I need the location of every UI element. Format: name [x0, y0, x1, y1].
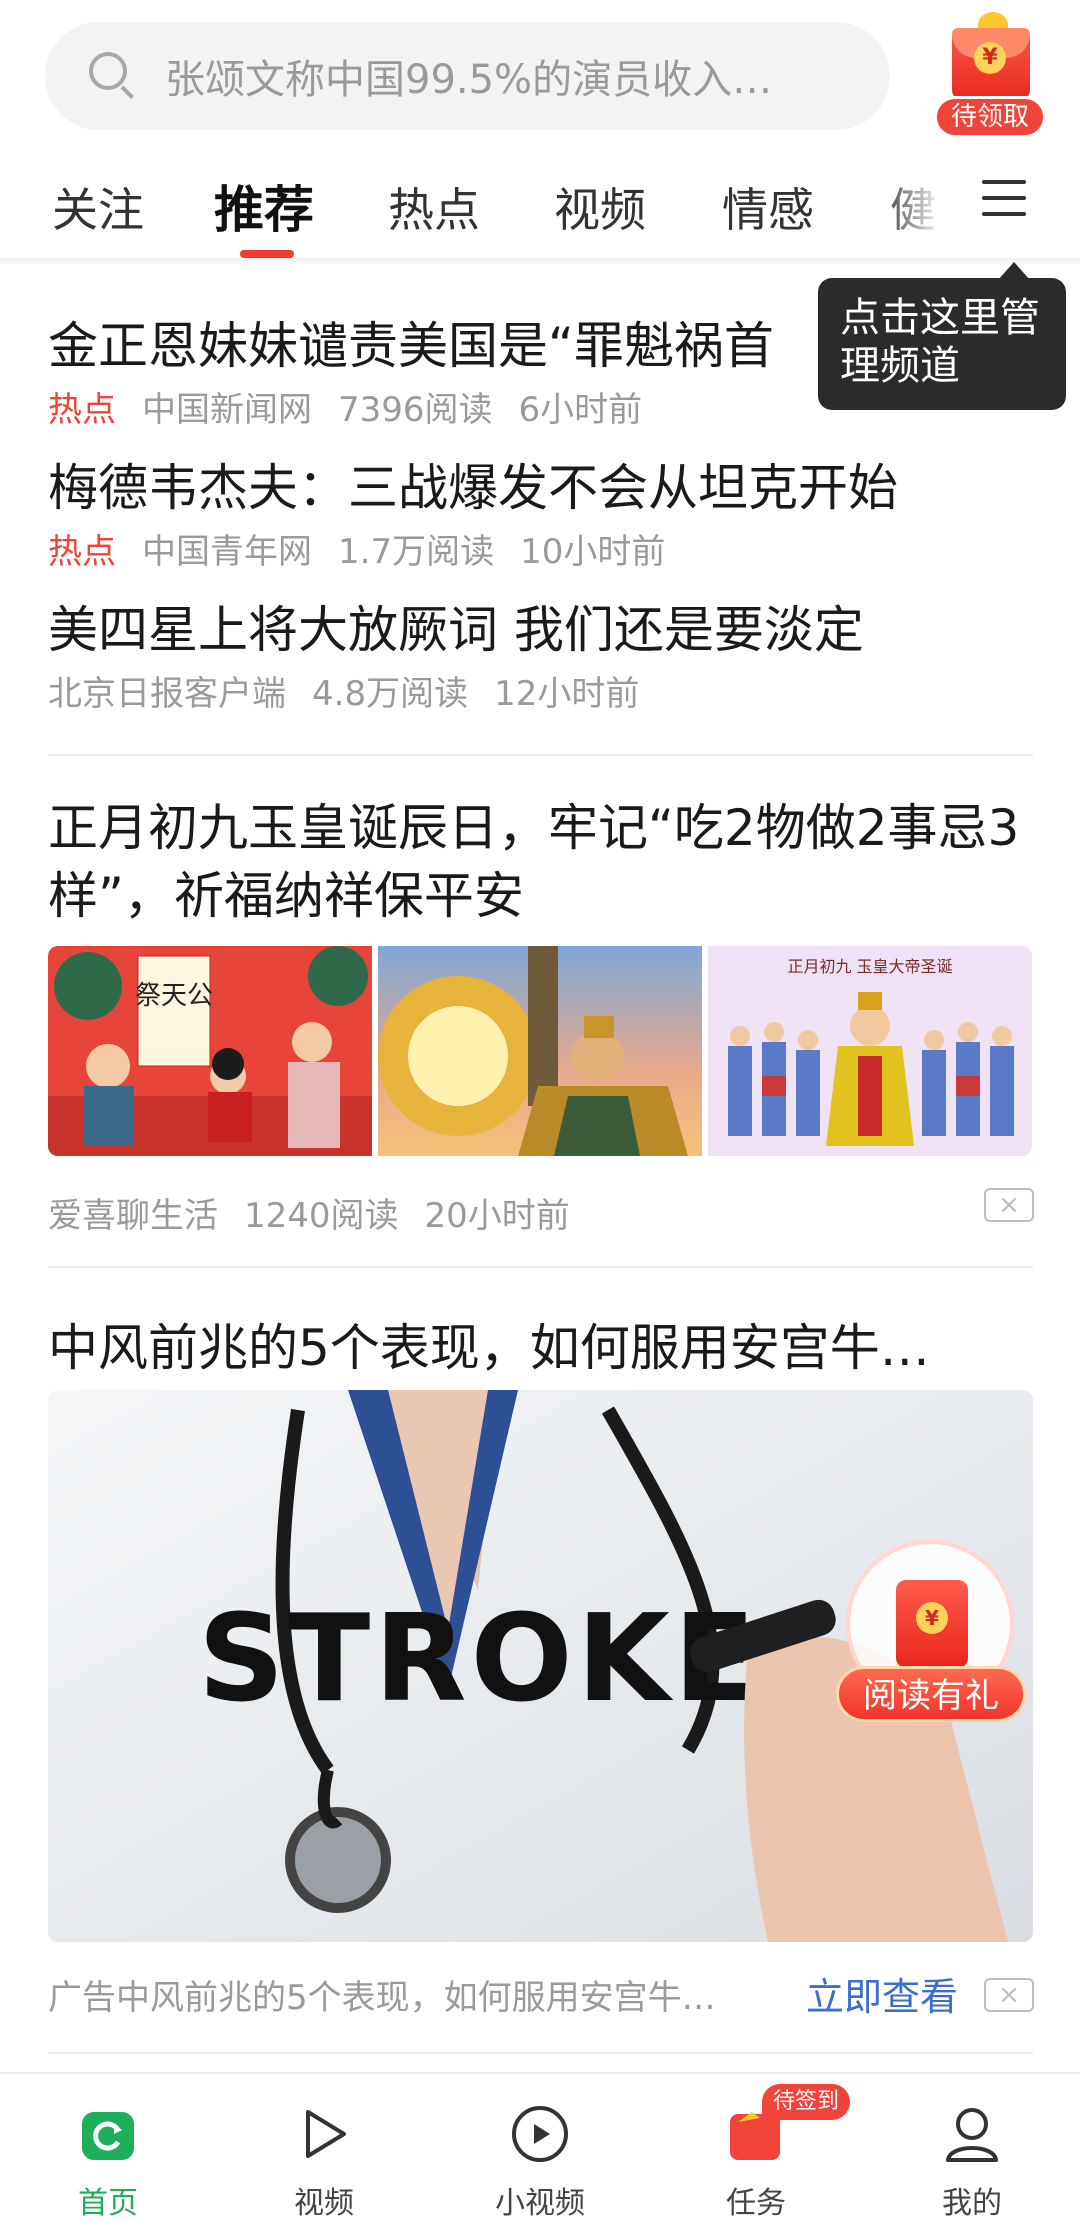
bottom-navigation: 首页 视频 小视频 任务 待签到 我的	[0, 2072, 1080, 2236]
ad-meta: 广告中风前兆的5个表现，如何服用安宫牛…	[48, 1970, 716, 2019]
reward-badge: 待领取	[934, 96, 1046, 138]
news-meta: 热点 中国新闻网 7396阅读 6小时前	[48, 382, 642, 431]
play-icon	[306, 2110, 346, 2158]
yen-icon: ¥	[916, 1602, 948, 1634]
nav-profile-label: 我的	[942, 2186, 1002, 2221]
feed-divider	[48, 1266, 1033, 1268]
article-title[interactable]: 正月初九玉皇诞辰日，牢记“吃2物做2事忌3样”，祈福纳祥保平安	[48, 794, 1038, 930]
svg-text:STROKE: STROKE	[198, 1590, 760, 1729]
news-title[interactable]: 美四星上将大放厥词 我们还是要淡定	[48, 590, 864, 662]
news-meta: 北京日报客户端 4.8万阅读 12小时前	[48, 666, 639, 715]
tab-video[interactable]: 视频	[554, 174, 646, 240]
dismiss-article-button[interactable]: ×	[984, 1188, 1034, 1222]
news-time: 6小时前	[518, 390, 643, 430]
channel-menu-icon[interactable]	[982, 176, 1026, 220]
nav-tasks-label: 任务	[726, 2186, 786, 2221]
feed-divider	[48, 754, 1033, 756]
tab-emotion[interactable]: 情感	[722, 174, 814, 240]
nav-profile[interactable]: 我的	[864, 2074, 1080, 2236]
home-refresh-icon	[82, 2112, 134, 2160]
yen-icon: ¥	[974, 42, 1006, 74]
nav-home[interactable]: 首页	[0, 2074, 216, 2236]
hot-tag: 热点	[48, 390, 116, 430]
dismiss-ad-button[interactable]: ×	[984, 1978, 1034, 2012]
manage-channels-tooltip[interactable]: 点击这里管理频道	[818, 278, 1066, 410]
article-reads: 1240阅读	[244, 1196, 399, 1236]
news-reads: 1.7万阅读	[338, 532, 495, 572]
news-time: 12小时前	[494, 674, 640, 714]
svg-text:祭天公: 祭天公	[135, 981, 213, 1011]
news-reads: 7396阅读	[338, 390, 493, 430]
user-icon	[946, 2108, 998, 2162]
tab-follow[interactable]: 关注	[52, 174, 144, 240]
feed-divider	[48, 2052, 1033, 2054]
reward-envelope-button[interactable]: ¥ 待领取	[928, 8, 1048, 138]
news-source: 中国青年网	[142, 532, 312, 572]
tab-hot[interactable]: 热点	[388, 174, 480, 240]
ad-title[interactable]: 中风前兆的5个表现，如何服用安宫牛…	[48, 1308, 930, 1380]
nav-small-video-label: 小视频	[495, 2186, 585, 2221]
search-bar[interactable]: 张颂文称中国99.5%的演员收入…	[45, 22, 890, 130]
article-meta: 爱喜聊生活 1240阅读 20小时前	[48, 1188, 570, 1237]
article-thumbnail-painting[interactable]: 正月初九 玉皇大帝圣诞	[708, 946, 1032, 1156]
active-tab-indicator	[240, 250, 294, 258]
news-meta: 热点 中国青年网 1.7万阅读 10小时前	[48, 524, 665, 573]
nav-home-label: 首页	[78, 2186, 138, 2221]
channel-tabs: 关注 推荐 热点 视频 情感 健	[0, 160, 1080, 260]
ad-description: 中风前兆的5个表现，如何服用安宫牛…	[116, 1978, 716, 2018]
sign-in-badge: 待签到	[762, 2084, 850, 2120]
news-time: 10小时前	[520, 532, 666, 572]
nav-video-label: 视频	[294, 2186, 354, 2221]
article-source: 爱喜聊生活	[48, 1196, 218, 1236]
article-time: 20小时前	[424, 1196, 570, 1236]
ad-view-now-link[interactable]: 立即查看	[806, 1966, 958, 2021]
svg-text:正月初九 玉皇大帝圣诞: 正月初九 玉皇大帝圣诞	[787, 957, 952, 976]
header-divider	[0, 258, 1080, 264]
hot-tag: 热点	[48, 532, 116, 572]
article-thumbnail-statue[interactable]	[378, 946, 702, 1156]
article-thumbnail-festival[interactable]: 祭天公	[48, 946, 372, 1156]
nav-small-video[interactable]: 小视频	[432, 2074, 648, 2236]
small-video-icon	[512, 2106, 568, 2162]
news-source: 北京日报客户端	[48, 674, 286, 714]
read-reward-floating-button[interactable]: ¥ 阅读有礼	[836, 1540, 1026, 1730]
search-placeholder: 张颂文称中国99.5%的演员收入…	[165, 57, 773, 103]
news-title[interactable]: 梅德韦杰夫：三战爆发不会从坦克开始	[48, 448, 898, 520]
ad-label: 广告	[48, 1978, 116, 2018]
nav-video[interactable]: 视频	[216, 2074, 432, 2236]
read-reward-label: 阅读有礼	[836, 1666, 1026, 1722]
news-source: 中国新闻网	[142, 390, 312, 430]
news-title[interactable]: 金正恩妹妹谴责美国是“罪魁祸首	[48, 306, 774, 378]
search-icon	[89, 52, 137, 100]
tab-recommend[interactable]: 推荐	[214, 170, 314, 242]
news-reads: 4.8万阅读	[312, 674, 469, 714]
